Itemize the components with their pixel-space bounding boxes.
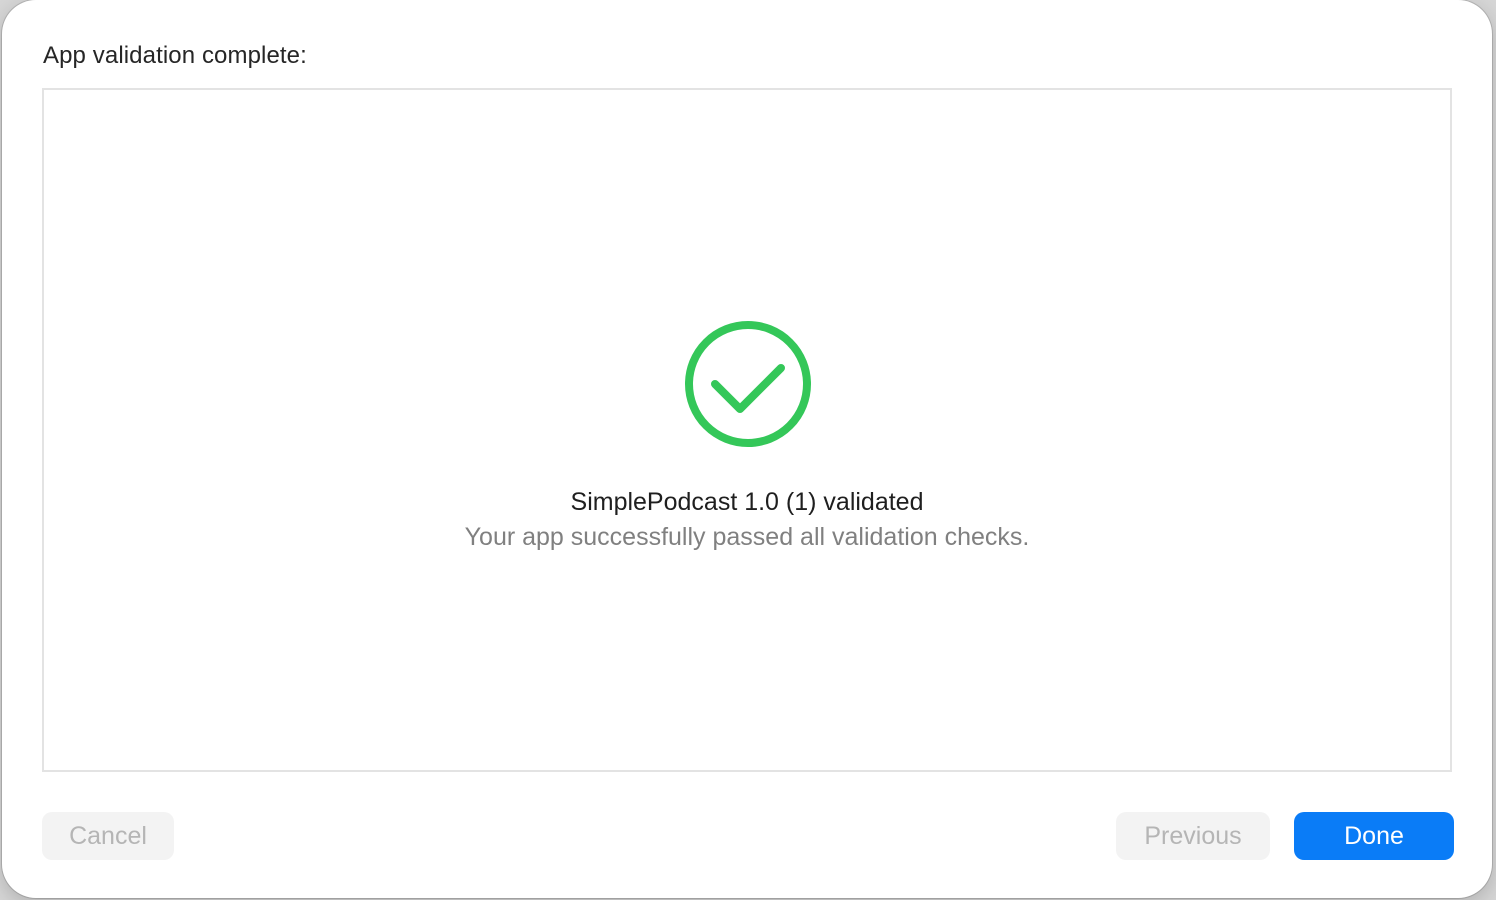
done-button[interactable]: Done	[1294, 812, 1454, 860]
checkmark-circle-icon	[685, 321, 811, 447]
validation-sheet: App validation complete: SimplePodcast 1…	[2, 0, 1492, 898]
status-subtitle: Your app successfully passed all validat…	[464, 523, 1030, 551]
content-panel: SimplePodcast 1.0 (1) validated Your app…	[42, 88, 1452, 772]
previous-button[interactable]: Previous	[1116, 812, 1270, 860]
sheet-title: App validation complete:	[43, 42, 307, 69]
cancel-button[interactable]: Cancel	[42, 812, 174, 860]
status-title: SimplePodcast 1.0 (1) validated	[570, 488, 924, 516]
